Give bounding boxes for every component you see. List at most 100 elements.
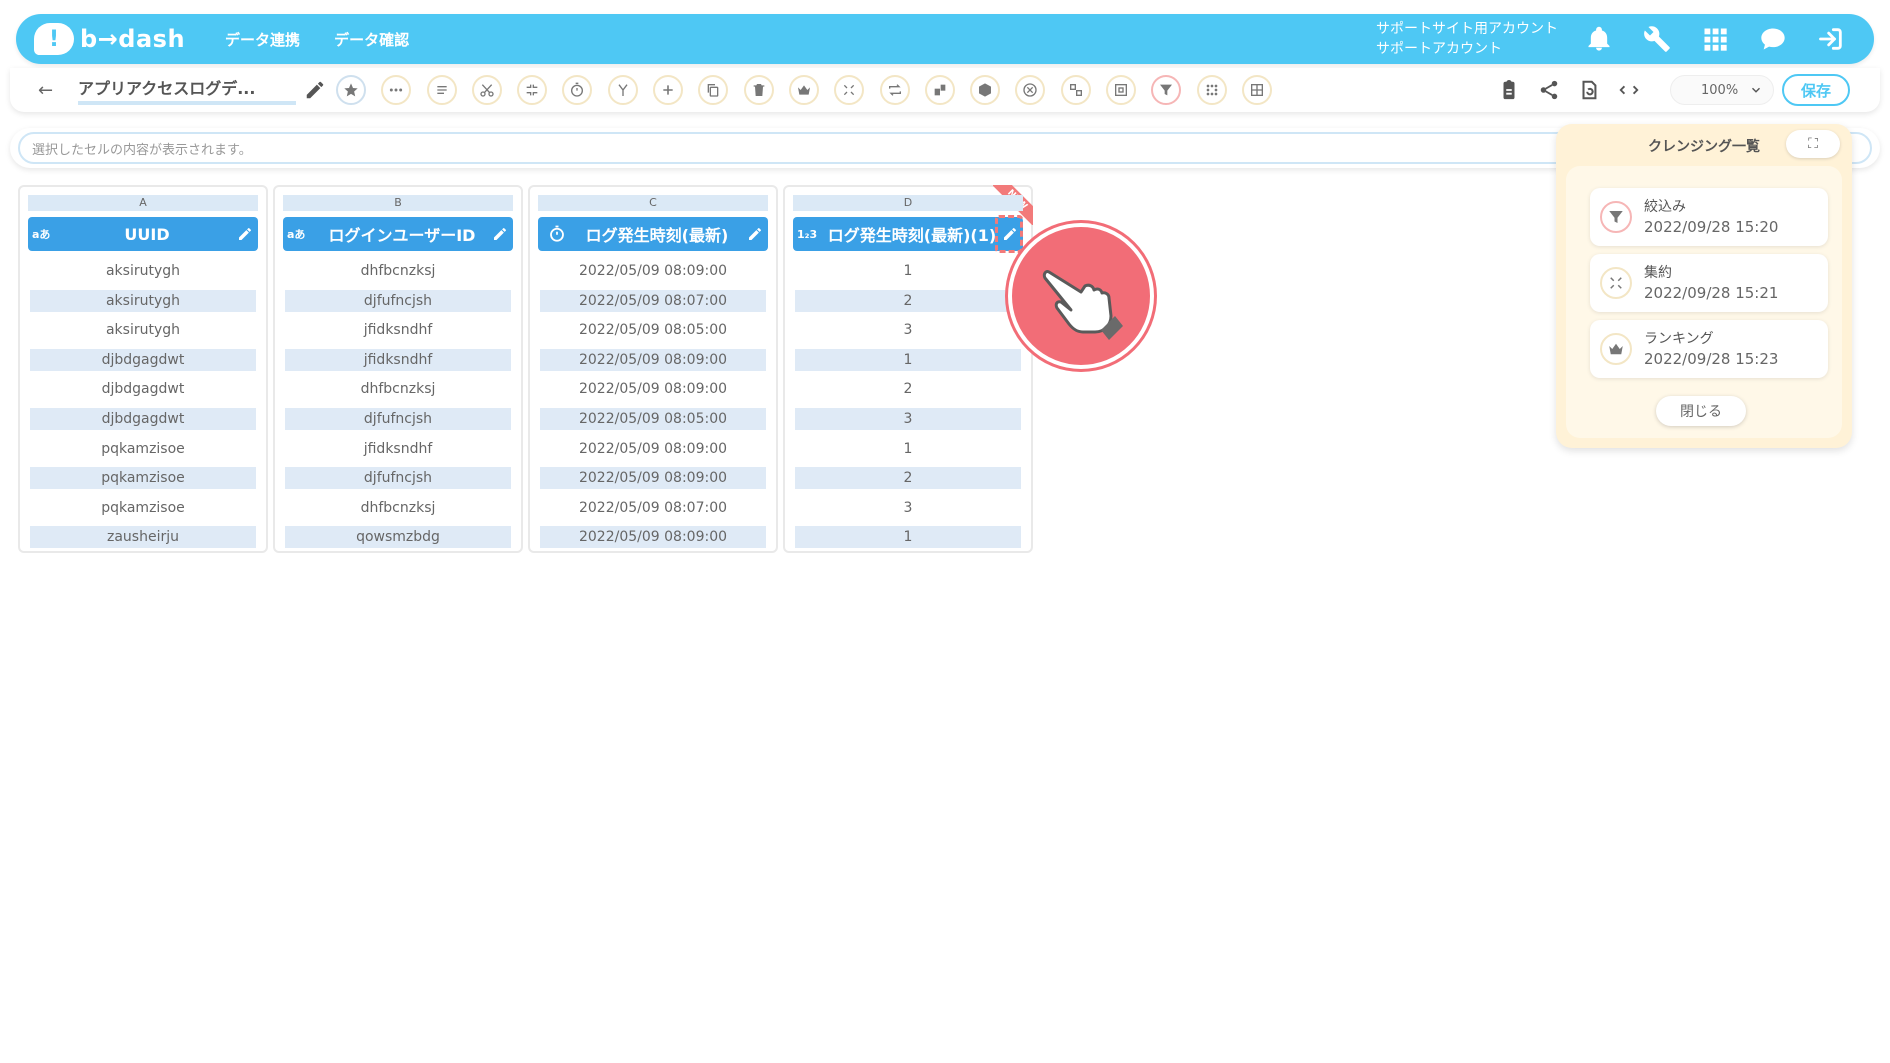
pencil-icon[interactable] — [232, 226, 258, 242]
table-cell[interactable]: djfufncjsh — [285, 407, 511, 430]
table-cell[interactable]: 3 — [795, 407, 1021, 430]
table-cell[interactable]: jfidksndhf — [285, 319, 511, 341]
cleansing-item-filter[interactable]: 絞込み 2022/09/28 15:20 — [1590, 188, 1828, 246]
column-a: A aあ UUID aksirutygh aksirutygh aksiruty… — [18, 185, 268, 553]
table-cell[interactable]: 1 — [795, 526, 1021, 549]
table-cell[interactable]: 1 — [795, 438, 1021, 460]
table-cell[interactable]: 2022/05/09 08:09:00 — [540, 260, 766, 282]
filter-icon[interactable] — [1151, 75, 1182, 105]
split-scissors-icon[interactable] — [471, 75, 502, 105]
column-letter[interactable]: C — [538, 195, 768, 211]
table-cell[interactable]: djfufncjsh — [285, 289, 511, 312]
column-header[interactable]: ログ発生時刻(最新) — [538, 217, 768, 251]
cancel-circle-icon[interactable] — [1015, 75, 1046, 105]
table-cell[interactable]: aksirutygh — [30, 289, 256, 312]
table-cell[interactable]: 2022/05/09 08:05:00 — [540, 319, 766, 341]
nav-data-integration[interactable]: データ連携 — [225, 29, 300, 50]
table-cell[interactable]: qowsmzbdg — [285, 526, 511, 549]
app-header: ! b→dash データ連携 データ確認 サポートサイト用アカウント サポートア… — [16, 14, 1874, 64]
table-cell[interactable]: 2 — [795, 467, 1021, 490]
column-header[interactable]: aあ UUID — [28, 217, 258, 251]
item-date: 2022/09/28 15:23 — [1644, 350, 1779, 368]
zoom-select[interactable]: 100% — [1670, 75, 1774, 105]
save-button[interactable]: 保存 — [1782, 74, 1850, 106]
account-info[interactable]: サポートサイト用アカウント サポートアカウント — [1376, 19, 1558, 59]
nav-data-check[interactable]: データ確認 — [334, 29, 409, 50]
replace-icon[interactable] — [879, 75, 910, 105]
chevron-down-icon — [1752, 87, 1760, 93]
table-cell[interactable]: jfidksndhf — [285, 348, 511, 371]
expand-icon[interactable]: ⛶ — [1786, 130, 1840, 158]
document-title[interactable]: アプリアクセスログデ... — [78, 75, 296, 105]
aggregate-icon[interactable] — [834, 75, 865, 105]
table-cell[interactable]: 1 — [795, 348, 1021, 371]
star-icon[interactable] — [336, 75, 366, 105]
text-lines-icon[interactable] — [426, 75, 457, 105]
column-header[interactable]: 1₂3 ログ発生時刻(最新)(1) — [793, 217, 1023, 251]
chat-help-icon[interactable] — [1758, 24, 1788, 54]
column-letter[interactable]: A — [28, 195, 258, 211]
table-cell[interactable]: 2022/05/09 08:09:00 — [540, 378, 766, 400]
cleansing-item-ranking[interactable]: ランキング 2022/09/28 15:23 — [1590, 320, 1828, 378]
table-cell[interactable]: 2022/05/09 08:09:00 — [540, 438, 766, 460]
table-cell[interactable]: jfidksndhf — [285, 438, 511, 460]
merge-arrows-icon[interactable] — [517, 75, 548, 105]
table-cell[interactable]: 2022/05/09 08:09:00 — [540, 348, 766, 371]
table-cell[interactable]: 1 — [795, 260, 1021, 282]
item-date: 2022/09/28 15:21 — [1644, 284, 1779, 302]
package-icon[interactable] — [970, 75, 1001, 105]
table-cell[interactable]: 2022/05/09 08:09:00 — [540, 526, 766, 549]
table-cell[interactable]: pqkamzisoe — [30, 497, 256, 519]
table-cell[interactable]: 2022/05/09 08:07:00 — [540, 289, 766, 312]
table-cell[interactable]: djbdgagdwt — [30, 348, 256, 371]
share-icon[interactable] — [1536, 77, 1562, 103]
add-plus-icon[interactable] — [653, 75, 684, 105]
code-view-icon[interactable] — [1616, 77, 1642, 103]
table-cell[interactable]: dhfbcnzksj — [285, 497, 511, 519]
join-icon[interactable] — [924, 75, 955, 105]
dedupe-grid-icon[interactable] — [1196, 75, 1227, 105]
table-cell[interactable]: 2022/05/09 08:05:00 — [540, 407, 766, 430]
logo[interactable]: ! b→dash — [34, 23, 185, 55]
crown-icon[interactable] — [788, 75, 819, 105]
clipboard-icon[interactable] — [1496, 77, 1522, 103]
table-cell[interactable]: djbdgagdwt — [30, 378, 256, 400]
more-dots-icon[interactable] — [381, 75, 412, 105]
convert-icon[interactable] — [1060, 75, 1091, 105]
history-icon[interactable] — [1576, 77, 1602, 103]
table-icon[interactable] — [1241, 75, 1272, 105]
cleansing-item-aggregate[interactable]: 集約 2022/09/28 15:21 — [1590, 254, 1828, 312]
pencil-icon[interactable] — [742, 226, 768, 242]
table-cell[interactable]: 3 — [795, 319, 1021, 341]
trash-icon[interactable] — [743, 75, 774, 105]
pencil-icon[interactable] — [487, 226, 513, 242]
timer-icon[interactable] — [562, 75, 593, 105]
column-letter[interactable]: B — [283, 195, 513, 211]
table-cell[interactable]: zausheirju — [30, 526, 256, 549]
copy-icon[interactable] — [698, 75, 729, 105]
table-cell[interactable]: 2022/05/09 08:07:00 — [540, 497, 766, 519]
frame-icon[interactable] — [1106, 75, 1137, 105]
table-cell[interactable]: aksirutygh — [30, 319, 256, 341]
table-cell[interactable]: pqkamzisoe — [30, 438, 256, 460]
bell-icon[interactable] — [1584, 24, 1614, 54]
table-cell[interactable]: aksirutygh — [30, 260, 256, 282]
back-arrow-icon[interactable]: ← — [38, 80, 58, 101]
table-cell[interactable]: pqkamzisoe — [30, 467, 256, 490]
logout-icon[interactable] — [1816, 24, 1846, 54]
table-cell[interactable]: dhfbcnzksj — [285, 260, 511, 282]
table-cell[interactable]: 2 — [795, 289, 1021, 312]
branch-icon[interactable] — [607, 75, 638, 105]
close-button[interactable]: 閉じる — [1656, 396, 1746, 426]
edit-title-pencil-icon[interactable] — [304, 79, 326, 101]
wrench-icon[interactable] — [1642, 24, 1672, 54]
column-header[interactable]: aあ ログインユーザーID — [283, 217, 513, 251]
table-cell[interactable]: 2022/05/09 08:09:00 — [540, 467, 766, 490]
table-cell[interactable]: djfufncjsh — [285, 467, 511, 490]
apps-grid-icon[interactable] — [1700, 24, 1730, 54]
column-letter[interactable]: D — [793, 195, 1023, 211]
table-cell[interactable]: 3 — [795, 497, 1021, 519]
table-cell[interactable]: dhfbcnzksj — [285, 378, 511, 400]
table-cell[interactable]: 2 — [795, 378, 1021, 400]
table-cell[interactable]: djbdgagdwt — [30, 407, 256, 430]
